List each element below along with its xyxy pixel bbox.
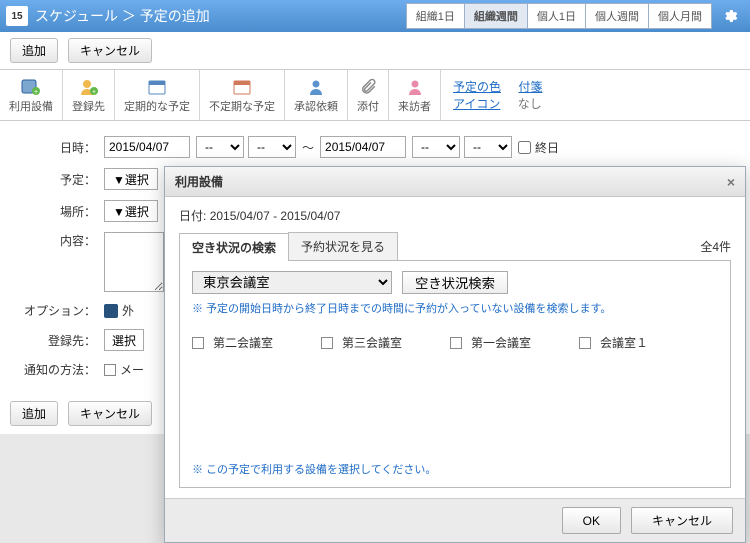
close-icon[interactable]: ×	[727, 174, 735, 190]
room-checkbox[interactable]	[450, 337, 462, 349]
date-end[interactable]	[320, 136, 406, 158]
cancel-button[interactable]: キャンセル	[68, 38, 152, 63]
notify-text: メー	[120, 361, 144, 378]
row-datetime: 日時： -- -- ～ -- -- 終日	[14, 131, 736, 163]
modal-body: 日付: 2015/04/07 - 2015/04/07 空き状況の検索 予約状況…	[165, 197, 745, 498]
select-note: ※ この予定で利用する設備を選択してください。	[192, 461, 718, 477]
search-note: ※ 予定の開始日時から終了日時までの時間に予約が入っていない設備を検索します。	[192, 300, 718, 316]
svg-text:+: +	[34, 89, 38, 96]
page-header: 15 スケジュール ＞ 予定の追加 組織1日 組織週間 個人1日 個人週間 個人…	[0, 0, 750, 32]
tb-irregular[interactable]: 不定期な予定	[200, 70, 285, 120]
option-label: オプション：	[14, 302, 104, 319]
modal-cancel-button[interactable]: キャンセル	[631, 507, 733, 534]
modal-date: 日付: 2015/04/07 - 2015/04/07	[179, 207, 731, 224]
tab-org-week[interactable]: 組織週間	[465, 3, 528, 29]
search-button[interactable]: 空き状況検索	[402, 271, 508, 294]
footer-cancel-button[interactable]: キャンセル	[68, 401, 152, 426]
facility-icon: +	[9, 76, 53, 98]
allday-label: 終日	[535, 139, 559, 156]
datetime-label: 日時：	[14, 139, 104, 156]
plan-label: 予定：	[14, 171, 104, 188]
room-item[interactable]: 会議室１	[579, 334, 648, 351]
tab-reservations[interactable]: 予約状況を見る	[288, 232, 398, 260]
tab-person-week[interactable]: 個人週間	[586, 3, 649, 29]
room-checkbox[interactable]	[192, 337, 204, 349]
notify-checkbox[interactable]	[104, 364, 116, 376]
icon-none: なし	[518, 97, 542, 111]
tab-person-month[interactable]: 個人月間	[649, 3, 712, 29]
tab-org-day[interactable]: 組織1日	[406, 3, 465, 29]
option-text: 外	[122, 302, 134, 319]
room-checkbox[interactable]	[579, 337, 591, 349]
ok-button[interactable]: OK	[562, 507, 621, 534]
register-select[interactable]: 選択	[104, 329, 144, 351]
room-checkbox[interactable]	[321, 337, 333, 349]
min-end[interactable]: --	[464, 136, 512, 158]
footer-add-button[interactable]: 追加	[10, 401, 58, 426]
toolbar: + 利用設備 + 登録先 定期的な予定 不定期な予定 承認依頼 添付 来訪者 予…	[0, 70, 750, 121]
register-icon: +	[72, 76, 105, 98]
tb-approve[interactable]: 承認依頼	[285, 70, 348, 120]
room-item[interactable]: 第三会議室	[321, 334, 402, 351]
svg-text:+: +	[91, 89, 95, 96]
allday-checkbox[interactable]	[518, 141, 531, 154]
modal-tabs: 空き状況の検索 予約状況を見る 全4件	[179, 232, 731, 261]
place-label: 場所：	[14, 203, 104, 220]
date-start[interactable]	[104, 136, 190, 158]
result-count: 全4件	[700, 238, 731, 255]
search-row: 東京会議室 空き状況検索	[192, 271, 718, 294]
modal-title: 利用設備	[175, 173, 223, 190]
option-checkbox[interactable]	[104, 304, 118, 318]
link-color[interactable]: 予定の色	[453, 80, 501, 94]
room-select[interactable]: 東京会議室	[192, 271, 392, 294]
link-icon[interactable]: アイコン	[453, 97, 500, 111]
plan-select[interactable]: ▼選択	[104, 168, 158, 190]
modal-footer: OK キャンセル	[165, 498, 745, 542]
notify-label: 通知の方法：	[14, 361, 104, 378]
irregular-icon	[209, 76, 275, 98]
room-item[interactable]: 第一会議室	[450, 334, 531, 351]
action-bar: 追加 キャンセル	[0, 32, 750, 70]
tb-recurring[interactable]: 定期的な予定	[115, 70, 200, 120]
calendar-icon: 15	[6, 6, 28, 26]
hour-start[interactable]: --	[196, 136, 244, 158]
tilde: ～	[302, 139, 314, 156]
tab-availability[interactable]: 空き状況の検索	[179, 233, 289, 261]
tb-register[interactable]: + 登録先	[63, 70, 115, 120]
recurring-icon	[124, 76, 190, 98]
visitor-icon	[398, 76, 431, 98]
room-item[interactable]: 第二会議室	[192, 334, 273, 351]
tb-links: 予定の色 付箋 アイコン なし	[441, 70, 568, 120]
room-list: 第二会議室 第三会議室 第一会議室 会議室１	[192, 334, 718, 351]
add-button[interactable]: 追加	[10, 38, 58, 63]
link-tag[interactable]: 付箋	[518, 80, 542, 94]
content-label: 内容：	[14, 232, 104, 249]
content-text[interactable]	[104, 232, 164, 292]
tb-attach[interactable]: 添付	[348, 70, 389, 120]
min-start[interactable]: --	[248, 136, 296, 158]
clip-icon	[357, 76, 379, 98]
hour-end[interactable]: --	[412, 136, 460, 158]
page-title: スケジュール ＞ 予定の追加	[35, 6, 406, 26]
tab-person-day[interactable]: 個人1日	[528, 3, 586, 29]
modal-header: 利用設備 ×	[165, 167, 745, 197]
tb-visitor[interactable]: 来訪者	[389, 70, 441, 120]
tb-facility[interactable]: + 利用設備	[0, 70, 63, 120]
gear-icon[interactable]	[718, 4, 742, 28]
view-tabs: 組織1日 組織週間 個人1日 個人週間 個人月間	[406, 3, 712, 29]
modal-pane: 東京会議室 空き状況検索 ※ 予定の開始日時から終了日時までの時間に予約が入って…	[179, 261, 731, 488]
register-label: 登録先：	[14, 332, 104, 349]
place-select[interactable]: ▼選択	[104, 200, 158, 222]
facility-modal: 利用設備 × 日付: 2015/04/07 - 2015/04/07 空き状況の…	[164, 166, 746, 543]
approve-icon	[294, 76, 338, 98]
